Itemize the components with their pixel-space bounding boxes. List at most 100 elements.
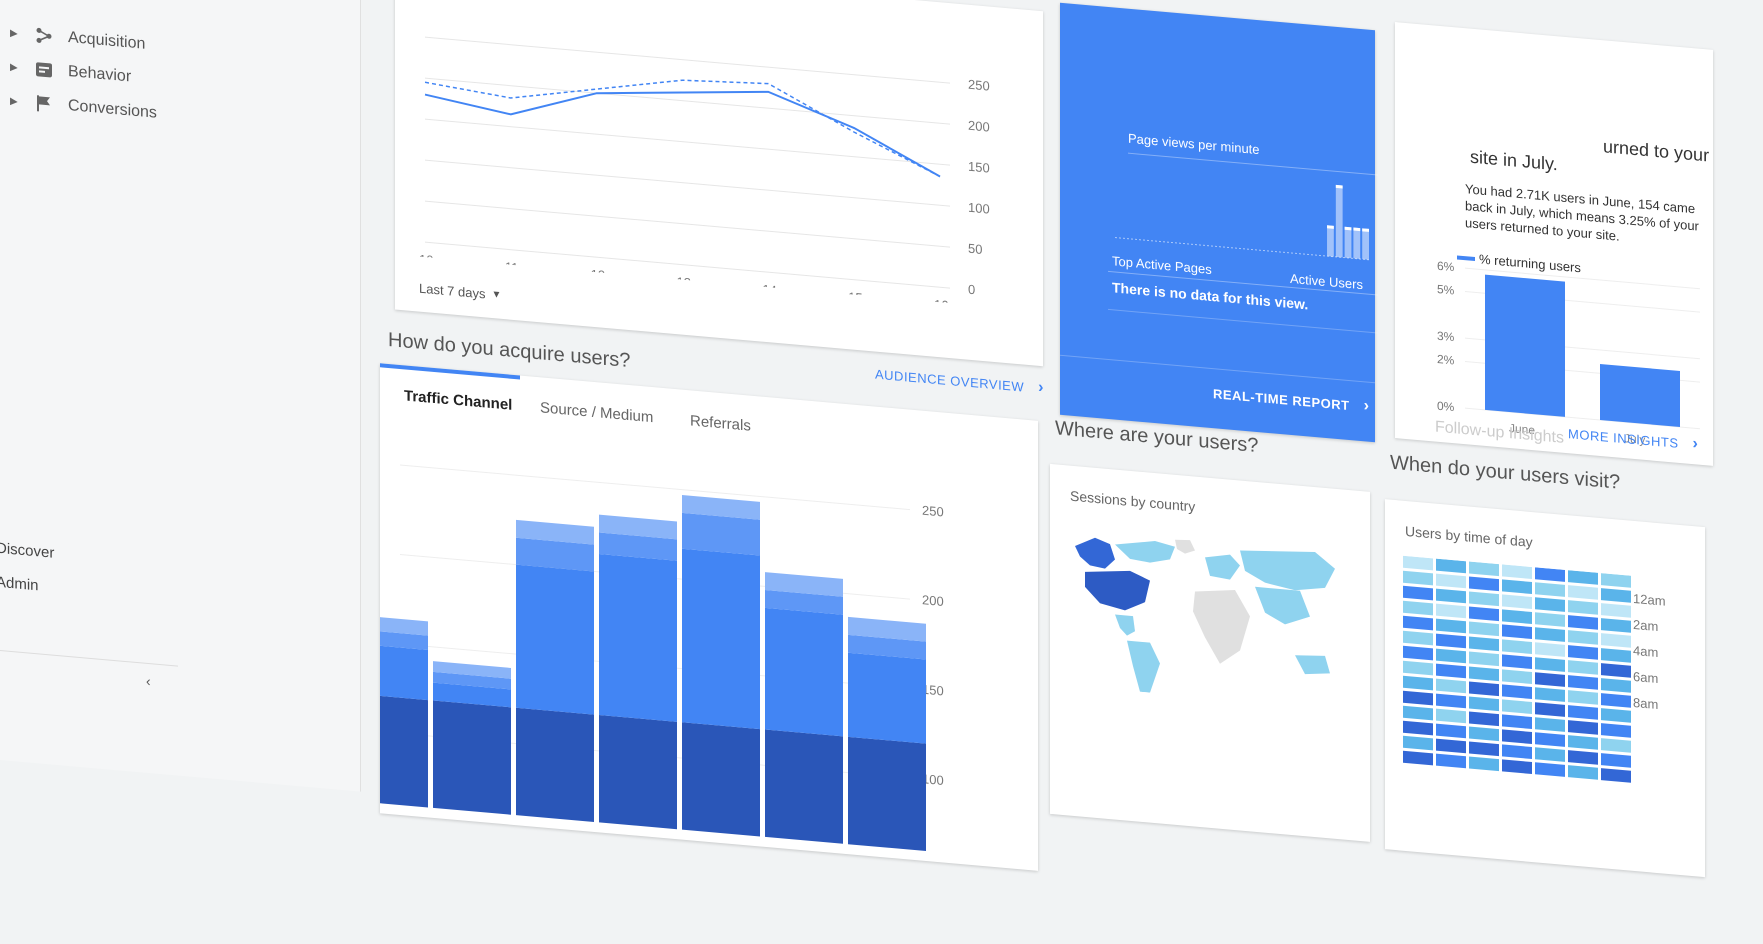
heatmap-cell bbox=[1502, 579, 1532, 595]
gridline bbox=[425, 118, 950, 166]
sidebar-item-behavior[interactable]: ▶ Behavior bbox=[10, 53, 131, 92]
heatmap-cell bbox=[1469, 651, 1499, 667]
page-views-label: Page views per minute bbox=[1128, 130, 1260, 158]
acquisition-bar-segment bbox=[765, 729, 843, 844]
heatmap-cell bbox=[1403, 675, 1433, 691]
pageview-bar-cap bbox=[1327, 225, 1334, 229]
real-time-report-label: REAL-TIME REPORT bbox=[1213, 385, 1350, 413]
heatmap-cell bbox=[1601, 648, 1631, 663]
x-tick-label: 11 bbox=[505, 259, 518, 275]
audience-overview-link[interactable]: AUDIENCE OVERVIEW › bbox=[875, 365, 1044, 398]
heatmap-cell bbox=[1403, 600, 1433, 616]
heatmap-cell bbox=[1535, 702, 1565, 717]
heatmap-cell bbox=[1535, 747, 1565, 762]
insights-card: urned to your site in July. You had 2.71… bbox=[1395, 22, 1713, 466]
date-range-label: Last 7 days bbox=[419, 280, 486, 302]
heatmap-cell bbox=[1568, 600, 1598, 615]
heatmap-cell bbox=[1436, 648, 1466, 664]
acquisition-bar-segment bbox=[380, 643, 428, 701]
heatmap-cell bbox=[1502, 594, 1532, 610]
sidebar-divider bbox=[0, 650, 178, 667]
behavior-icon bbox=[34, 60, 54, 80]
caret-right-icon: ▶ bbox=[10, 61, 18, 74]
returning-bar bbox=[1600, 363, 1680, 427]
y-tick-label: 250 bbox=[968, 77, 990, 94]
heatmap-cell bbox=[1436, 663, 1466, 679]
acquisition-bar-segment bbox=[380, 693, 428, 808]
heatmap-cell bbox=[1535, 672, 1565, 687]
heatmap-cell bbox=[1436, 678, 1466, 694]
date-range-dropdown[interactable]: Last 7 days ▼ bbox=[419, 281, 501, 303]
heatmap-cell bbox=[1403, 660, 1433, 676]
realtime-card: Page views per minute Top Active Pages A… bbox=[1060, 2, 1378, 443]
no-data-message: There is no data for this view. bbox=[1112, 279, 1309, 313]
heatmap-cell bbox=[1601, 588, 1631, 603]
world-map[interactable] bbox=[1055, 524, 1355, 710]
y-tick-label: 150 bbox=[968, 159, 990, 176]
acquisition-bar-segment bbox=[599, 715, 677, 830]
heatmap-cell bbox=[1601, 708, 1631, 723]
returning-bar bbox=[1485, 274, 1565, 417]
heatmap-cell bbox=[1502, 564, 1532, 580]
heatmap-cell bbox=[1568, 660, 1598, 675]
when-card: Users by time of day 12am 2am 4am 6am 8a… bbox=[1385, 499, 1705, 878]
pageview-bar bbox=[1344, 226, 1352, 259]
pageview-bar bbox=[1353, 227, 1361, 260]
acquisition-bar-chart: 250200150100 bbox=[380, 464, 944, 852]
chevron-right-icon: › bbox=[1363, 397, 1370, 415]
acquisition-card: Traffic Channel Source / Medium Referral… bbox=[380, 363, 1038, 871]
active-tab-indicator bbox=[380, 363, 520, 380]
pageview-bar-cap bbox=[1362, 228, 1369, 232]
series-line bbox=[424, 79, 941, 178]
pageviews-bar-chart bbox=[1115, 184, 1370, 261]
heatmap-cell bbox=[1469, 741, 1499, 757]
heatmap-cell bbox=[1535, 687, 1565, 702]
acquisition-bar-segment bbox=[516, 707, 594, 822]
heatmap-cell bbox=[1568, 675, 1598, 690]
dashboard-stage: ▶ Acquisition ▶ Behavior ▶ Conversions D… bbox=[0, 0, 1763, 878]
acquisition-bar-segment bbox=[682, 512, 760, 556]
acquisition-bar-segment bbox=[433, 700, 511, 815]
sidebar-discover[interactable]: Discover bbox=[0, 540, 54, 562]
heatmap-cell bbox=[1502, 759, 1532, 775]
sidebar-item-conversions[interactable]: ▶ Conversions bbox=[10, 87, 157, 128]
heatmap-cell bbox=[1403, 750, 1433, 766]
heatmap-cell bbox=[1535, 627, 1565, 642]
sidebar-admin[interactable]: Admin bbox=[0, 574, 39, 595]
heatmap-cell bbox=[1502, 639, 1532, 655]
heatmap-cell bbox=[1436, 633, 1466, 649]
heatmap-cell bbox=[1535, 642, 1565, 657]
heatmap-cell bbox=[1436, 558, 1466, 574]
acquisition-bar-segment bbox=[682, 722, 760, 837]
heatmap-cell bbox=[1601, 573, 1631, 588]
y-tick-label: 200 bbox=[968, 118, 990, 135]
heatmap-cell bbox=[1502, 609, 1532, 625]
hour-label: 8am bbox=[1633, 694, 1659, 713]
sidebar: ▶ Acquisition ▶ Behavior ▶ Conversions D… bbox=[0, 0, 361, 792]
x-tick-label: 13 bbox=[677, 274, 691, 290]
y-tick-label: 100 bbox=[968, 200, 990, 217]
collapse-chevron-icon[interactable]: ‹ bbox=[146, 673, 151, 689]
heatmap-cell bbox=[1601, 693, 1631, 708]
y-tick-label: 200 bbox=[922, 592, 944, 609]
time-of-day-heatmap bbox=[1403, 555, 1631, 783]
heatmap-cell bbox=[1436, 723, 1466, 739]
users-line-chart: 25020015010050010 11 12 13 14 15 16Aug bbox=[419, 36, 990, 311]
sidebar-item-acquisition[interactable]: ▶ Acquisition bbox=[10, 19, 145, 59]
flag-icon bbox=[34, 94, 54, 114]
real-time-report-link[interactable]: REAL-TIME REPORT › bbox=[1213, 384, 1369, 416]
heatmap-cell bbox=[1568, 570, 1598, 585]
heatmap-cell bbox=[1469, 681, 1499, 697]
heatmap-cell bbox=[1535, 717, 1565, 732]
insights-body: You had 2.71K users in June, 154 came ba… bbox=[1465, 181, 1699, 244]
x-tick-label: 10 bbox=[419, 252, 433, 268]
heatmap-cell bbox=[1568, 735, 1598, 750]
heatmap-cell bbox=[1469, 711, 1499, 727]
chevron-right-icon: › bbox=[1692, 435, 1699, 453]
heatmap-cell bbox=[1469, 696, 1499, 712]
heatmap-cell bbox=[1436, 573, 1466, 589]
heatmap-cell bbox=[1469, 726, 1499, 742]
acquisition-bar-segment bbox=[599, 553, 677, 722]
acquisition-bar-segment bbox=[516, 564, 594, 715]
acquisition-icon bbox=[34, 26, 54, 46]
